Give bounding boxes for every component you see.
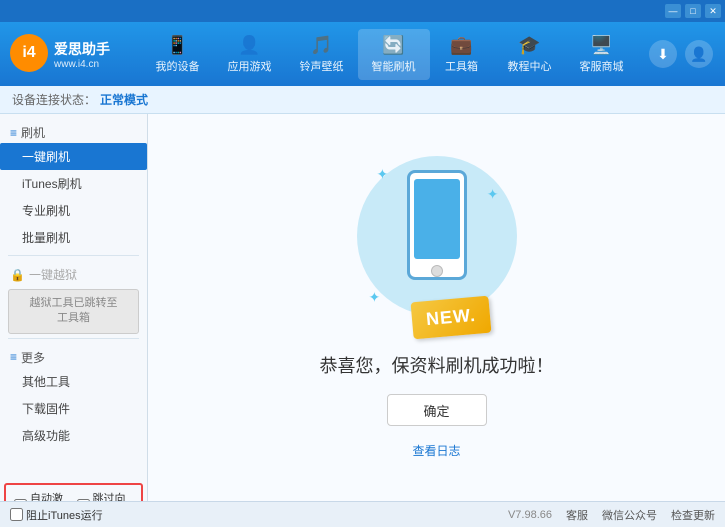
version-text: V7.98.66 xyxy=(508,509,552,521)
nav-toolbox[interactable]: 💼 工具箱 xyxy=(430,29,494,80)
window-title-bar: — □ ✕ xyxy=(0,0,725,22)
phone-screen xyxy=(414,179,460,259)
flash-section-icon: ≡ xyxy=(10,126,17,140)
my-device-icon: 📱 xyxy=(166,35,188,56)
close-button[interactable]: ✕ xyxy=(705,4,721,18)
nav-app-games[interactable]: 👤 应用游戏 xyxy=(214,29,286,80)
phone-home-button xyxy=(431,265,443,277)
sparkle-icon-2: ✦ xyxy=(487,186,499,203)
tutorial-icon: 🎓 xyxy=(518,35,540,56)
sidebar-divider-2 xyxy=(8,338,139,339)
minimize-button[interactable]: — xyxy=(665,4,681,18)
merchant-label: 客服商城 xyxy=(580,58,624,74)
phone-illustration: ✦ ✦ ✦ NEW. xyxy=(357,156,517,336)
status-bar: 设备连接状态： 正常模式 xyxy=(0,86,725,114)
bottom-bar: 阻止iTunes运行 V7.98.66 客服 微信公众号 检查更新 xyxy=(0,501,725,527)
sidebar-section-jailbreak: 🔒 一键越狱 xyxy=(0,260,147,285)
check-update-link[interactable]: 检查更新 xyxy=(671,507,715,523)
itunes-block-checkbox[interactable]: 阻止iTunes运行 xyxy=(10,507,103,523)
toolbox-label: 工具箱 xyxy=(445,58,478,74)
jailbreak-section-label: 一键越狱 xyxy=(29,266,77,283)
itunes-block-input[interactable] xyxy=(10,508,23,521)
nav-ringtone[interactable]: 🎵 铃声壁纸 xyxy=(286,29,358,80)
phone-body xyxy=(407,170,467,280)
maximize-button[interactable]: □ xyxy=(685,4,701,18)
confirm-button[interactable]: 确定 xyxy=(387,394,487,426)
bottom-right: V7.98.66 客服 微信公众号 检查更新 xyxy=(508,507,715,523)
new-badge-text: NEW. xyxy=(425,305,477,329)
itunes-block-label: 阻止iTunes运行 xyxy=(26,507,103,523)
sidebar-item-onekey-flash[interactable]: 一键刷机 xyxy=(0,143,147,170)
status-value: 正常模式 xyxy=(100,91,148,108)
logo-subtitle: www.i4.cn xyxy=(54,59,110,70)
sidebar-section-more: ≡ 更多 xyxy=(0,343,147,368)
success-card: ✦ ✦ ✦ NEW. 恭喜您，保资料刷机成功啦！ 确定 查看日志 xyxy=(320,156,554,459)
view-log-link[interactable]: 查看日志 xyxy=(412,442,460,459)
smart-flash-icon: 🔄 xyxy=(382,35,404,56)
header-right: ⬇ 👤 xyxy=(649,40,725,68)
jailbreak-disabled-text: 越狱工具已跳转至工具箱 xyxy=(30,297,118,324)
auto-activate-label: 自动激活 xyxy=(30,490,71,501)
auto-activate-checkbox[interactable]: 自动激活 xyxy=(14,490,71,501)
merchant-icon: 🖥️ xyxy=(590,35,612,56)
nav-tutorial[interactable]: 🎓 教程中心 xyxy=(494,29,566,80)
nav-my-device[interactable]: 📱 我的设备 xyxy=(142,29,214,80)
status-label: 设备连接状态： xyxy=(12,91,96,108)
success-message: 恭喜您，保资料刷机成功啦！ xyxy=(320,352,554,378)
smart-flash-label: 智能刷机 xyxy=(372,58,416,74)
user-button[interactable]: 👤 xyxy=(685,40,713,68)
flash-section-label: 刷机 xyxy=(21,124,45,141)
jailbreak-disabled-box: 越狱工具已跳转至工具箱 xyxy=(8,289,139,334)
more-section-label: 更多 xyxy=(21,349,45,366)
nav-smart-flash[interactable]: 🔄 智能刷机 xyxy=(358,29,430,80)
skip-guide-label: 跳过向导 xyxy=(93,490,134,501)
download-button[interactable]: ⬇ xyxy=(649,40,677,68)
toolbox-icon: 💼 xyxy=(450,35,472,56)
wechat-link[interactable]: 微信公众号 xyxy=(602,507,657,523)
ringtone-icon: 🎵 xyxy=(310,35,332,56)
sidebar: ≡ 刷机 一键刷机 iTunes刷机 专业刷机 批量刷机 🔒 一键越狱 越狱工具… xyxy=(0,114,148,501)
sidebar-item-other-tools[interactable]: 其他工具 xyxy=(0,368,147,395)
sparkle-icon-3: ✦ xyxy=(369,289,381,306)
app-name: 爱思助手 xyxy=(54,39,110,59)
ringtone-label: 铃声壁纸 xyxy=(300,58,344,74)
bottom-left: 阻止iTunes运行 xyxy=(10,507,103,523)
logo-area: i4 爱思助手 www.i4.cn xyxy=(0,34,130,74)
skip-guide-checkbox[interactable]: 跳过向导 xyxy=(77,490,134,501)
sidebar-item-advanced[interactable]: 高级功能 xyxy=(0,422,147,449)
sparkle-icon-1: ✦ xyxy=(377,166,389,183)
sidebar-item-pro-flash[interactable]: 专业刷机 xyxy=(0,197,147,224)
logo-icon: i4 xyxy=(10,34,48,72)
window-controls[interactable]: — □ ✕ xyxy=(665,4,721,18)
main-layout: ≡ 刷机 一键刷机 iTunes刷机 专业刷机 批量刷机 🔒 一键越狱 越狱工具… xyxy=(0,114,725,501)
sidebar-item-download-firmware[interactable]: 下载固件 xyxy=(0,395,147,422)
checkbox-row: 自动激活 跳过向导 xyxy=(4,483,143,501)
tutorial-label: 教程中心 xyxy=(508,58,552,74)
auto-activate-input[interactable] xyxy=(14,499,27,501)
sidebar-item-batch-flash[interactable]: 批量刷机 xyxy=(0,224,147,251)
jailbreak-lock-icon: 🔒 xyxy=(10,268,25,282)
my-device-label: 我的设备 xyxy=(156,58,200,74)
new-badge: NEW. xyxy=(410,296,491,340)
nav-bar: 📱 我的设备 👤 应用游戏 🎵 铃声壁纸 🔄 智能刷机 💼 工具箱 🎓 教程中心… xyxy=(130,29,649,80)
main-content: ✦ ✦ ✦ NEW. 恭喜您，保资料刷机成功啦！ 确定 查看日志 xyxy=(148,114,725,501)
app-games-icon: 👤 xyxy=(238,35,260,56)
sidebar-section-flash: ≡ 刷机 xyxy=(0,118,147,143)
more-section-icon: ≡ xyxy=(10,350,17,364)
customer-service-link[interactable]: 客服 xyxy=(566,507,588,523)
nav-merchant[interactable]: 🖥️ 客服商城 xyxy=(566,29,638,80)
sidebar-divider-1 xyxy=(8,255,139,256)
app-games-label: 应用游戏 xyxy=(228,58,272,74)
sidebar-item-itunes-flash[interactable]: iTunes刷机 xyxy=(0,170,147,197)
app-header: i4 爱思助手 www.i4.cn 📱 我的设备 👤 应用游戏 🎵 铃声壁纸 🔄… xyxy=(0,22,725,86)
skip-guide-input[interactable] xyxy=(77,499,90,501)
